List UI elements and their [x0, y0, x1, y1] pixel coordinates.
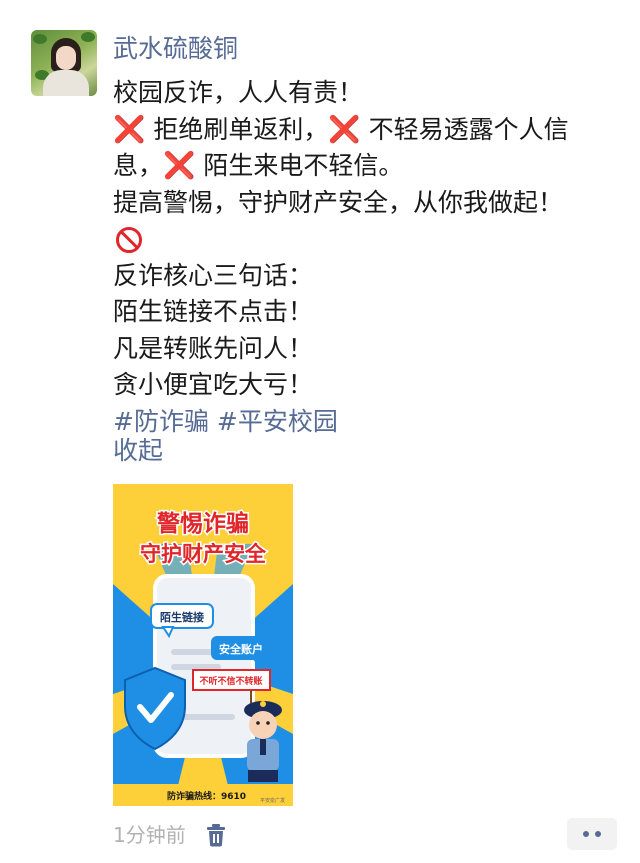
anti-fraud-poster: 警惕诈骗 守护财产安全 陌生链接 安全账户 不听不信不转账 防诈骗热线：9610 — [113, 484, 293, 806]
post-line: 凡是转账先问人！ — [113, 333, 314, 363]
bubble-2-text: 安全账户 — [219, 642, 263, 656]
avatar-face — [56, 46, 76, 70]
police-tie — [260, 739, 266, 755]
post-line: 陌生链接不点击！ — [113, 297, 314, 326]
post-line: 提高警惕，守护财产安全，从你我做起！ — [113, 187, 564, 217]
post-line: 贪小便宜吃大亏！ — [113, 370, 314, 399]
more-dots-icon[interactable] — [567, 818, 617, 850]
avatar-leaf — [33, 34, 47, 44]
post-time: 1分钟前 — [113, 823, 186, 847]
collapse-link[interactable]: 收起 — [113, 433, 163, 469]
post-line: ❌ 拒绝刷单返利，❌ 不轻易透露个人信息，❌ 陌生来电不轻信。 — [113, 112, 618, 185]
post-image[interactable]: 警惕诈骗 守护财产安全 陌生链接 安全账户 不听不信不转账 防诈骗热线：9610 — [113, 484, 293, 806]
bubble-1-text: 陌生链接 — [160, 610, 204, 624]
user-avatar[interactable] — [31, 30, 97, 96]
post-text: 拒绝刷单返利， — [153, 114, 329, 144]
post-content: 校园反诈，人人有责！ ❌ 拒绝刷单返利，❌ 不轻易透露个人信息，❌ 陌生来电不轻… — [113, 75, 618, 440]
cross-mark-icon: ❌ — [113, 114, 146, 145]
cross-mark-icon: ❌ — [163, 151, 196, 181]
police-face — [249, 711, 277, 739]
dot — [595, 831, 601, 837]
prohibited-icon — [116, 227, 142, 253]
post-text: 陌生来电不轻信。 — [203, 151, 404, 180]
post-line — [113, 221, 618, 258]
post-line: 校园反诈，人人有责！ — [113, 78, 364, 107]
avatar-body — [43, 70, 89, 96]
poster-title-1: 警惕诈骗 — [157, 510, 249, 537]
police-eye — [266, 721, 270, 725]
police-badge — [260, 701, 266, 707]
poster-sign-text: 不听不信不转账 — [199, 675, 262, 687]
poster-credit: 平安泉广发 — [260, 797, 285, 804]
police-trousers — [248, 770, 278, 782]
trash-icon[interactable] — [206, 823, 226, 847]
poster-hotline: 防诈骗热线：9610 — [167, 790, 246, 802]
dot — [583, 831, 589, 837]
poster-title-2: 守护财产安全 — [140, 542, 267, 566]
post-hashtags[interactable]: #防诈骗 #平安校园 — [113, 404, 618, 441]
avatar-leaf — [81, 32, 95, 42]
cross-mark-icon: ❌ — [328, 114, 361, 145]
post-line: 反诈核心三句话： — [113, 260, 314, 290]
post-username[interactable]: 武水硫酸铜 — [113, 32, 238, 66]
police-eye — [256, 721, 260, 725]
